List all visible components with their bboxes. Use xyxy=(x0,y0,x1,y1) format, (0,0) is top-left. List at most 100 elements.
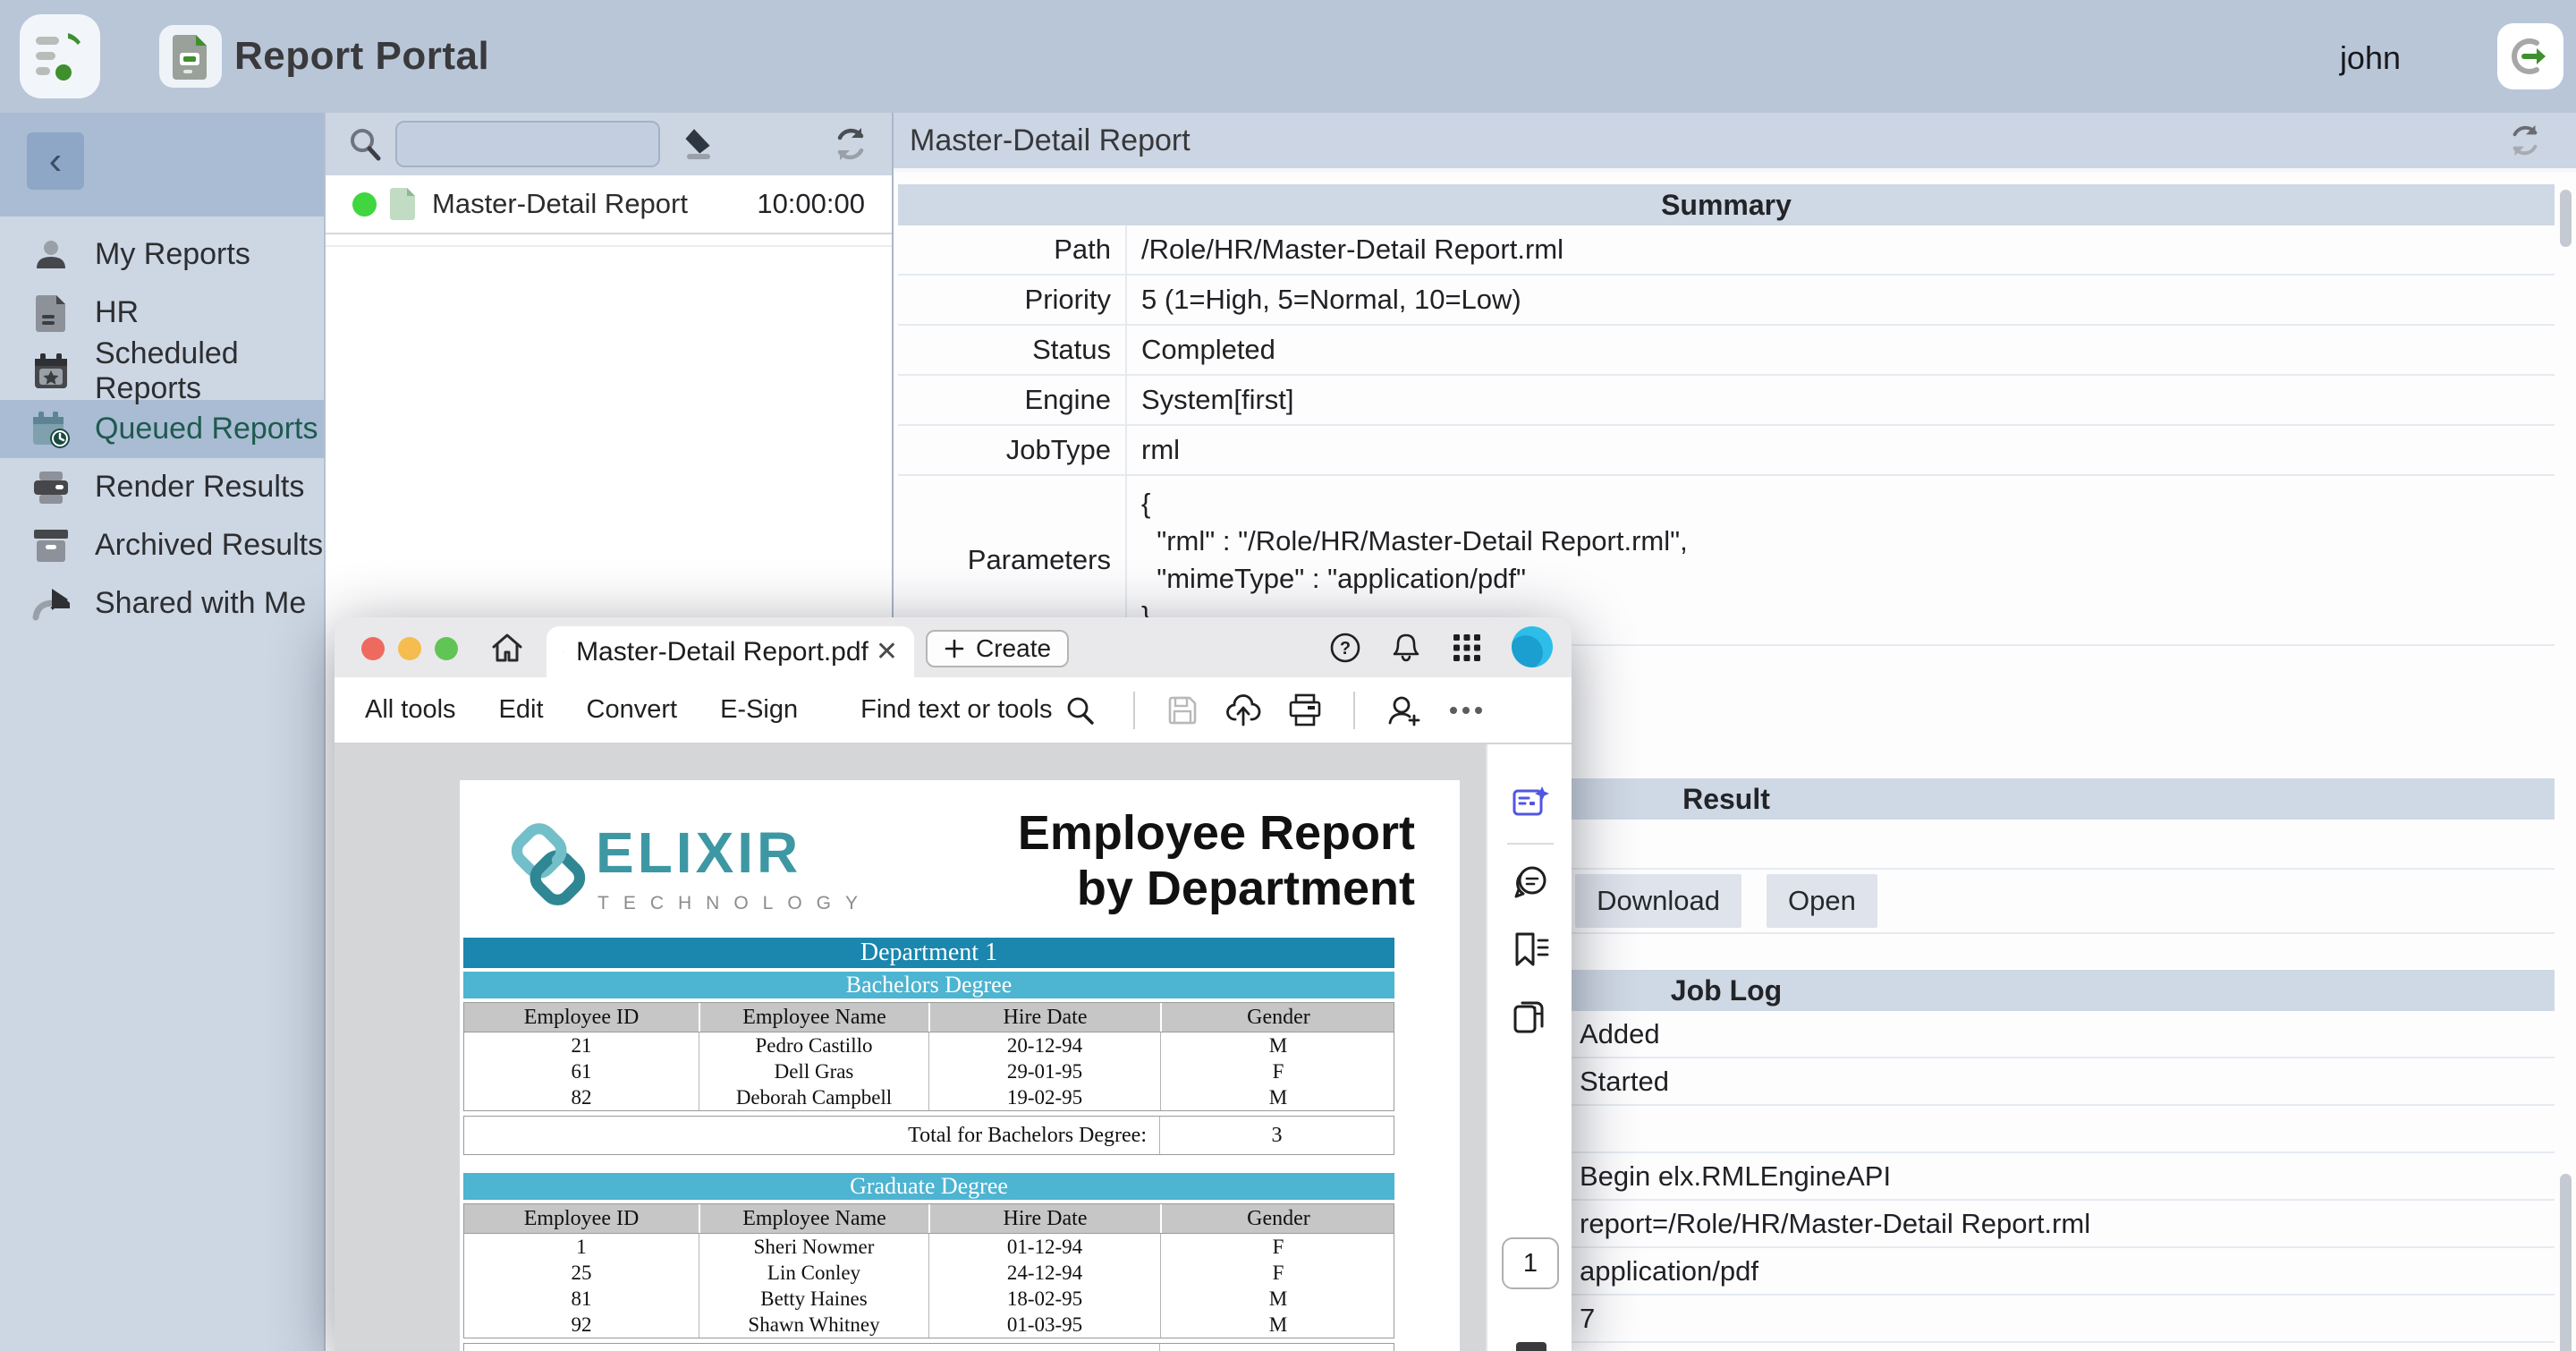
sidebar-item-my-reports[interactable]: My Reports xyxy=(0,225,324,284)
pdf-doc-title: Employee Report by Department xyxy=(1018,805,1415,916)
elixir-knot-logo xyxy=(506,820,590,909)
sidebar-item-scheduled-reports[interactable]: Scheduled Reports xyxy=(0,342,324,400)
pages-icon[interactable] xyxy=(1509,997,1552,1040)
convert-menu[interactable]: Convert xyxy=(587,695,678,725)
cell: Pedro Castillo xyxy=(699,1032,928,1058)
star-icon[interactable] xyxy=(563,639,564,666)
col-header: Hire Date xyxy=(928,1204,1160,1233)
elixir-logo-subtext: TECHNOLOGY xyxy=(597,893,872,914)
cell: M xyxy=(1160,1312,1395,1338)
search-input[interactable] xyxy=(395,121,660,167)
sidebar-item-shared-with-me[interactable]: Shared with Me xyxy=(0,574,324,633)
sidebar-item-render-results[interactable]: Render Results xyxy=(0,458,324,516)
elixir-logo-text: ELIXIR xyxy=(596,820,801,886)
refresh-icon[interactable] xyxy=(831,124,870,164)
esign-menu[interactable]: E-Sign xyxy=(720,695,798,725)
queue-toolbar xyxy=(326,113,892,175)
bookmarks-icon[interactable] xyxy=(1509,929,1552,972)
tab-close-icon[interactable]: ✕ xyxy=(876,636,898,667)
share-upload-icon[interactable] xyxy=(1224,692,1262,728)
account-avatar[interactable] xyxy=(1512,626,1553,667)
svg-text:?: ? xyxy=(1340,639,1351,659)
cell: 19-02-95 xyxy=(928,1084,1160,1110)
ai-assistant-icon[interactable] xyxy=(1509,782,1552,825)
archive-box-icon xyxy=(30,525,72,566)
clear-search-icon[interactable] xyxy=(680,124,719,164)
sidebar-item-archived-results[interactable]: Archived Results xyxy=(0,516,324,574)
table-row: 82 Deborah Campbell 19-02-95 M xyxy=(464,1084,1394,1110)
table-body-graduate: 1 Sheri Nowmer 01-12-94 F 25 Lin Conley … xyxy=(463,1234,1394,1338)
calendar-star-icon xyxy=(30,351,72,392)
queue-item-master-detail-report[interactable]: Master-Detail Report 10:00:00 xyxy=(326,175,892,234)
detail-refresh-icon[interactable] xyxy=(2506,122,2544,159)
scrollbar-thumb[interactable] xyxy=(2560,190,2572,247)
doc-title-line2: by Department xyxy=(1018,861,1415,916)
music-note-icon xyxy=(34,28,86,85)
sidebar-item-label: Queued Reports xyxy=(95,412,318,446)
username-label: john xyxy=(2340,39,2401,77)
table-header-row: Employee ID Employee Name Hire Date Gend… xyxy=(463,1002,1394,1032)
cell: 21 xyxy=(464,1032,699,1058)
sidebar-item-label: Shared with Me xyxy=(95,586,306,621)
add-reviewer-icon[interactable] xyxy=(1385,692,1423,728)
share-arrow-icon xyxy=(30,583,72,625)
summary-label: Engine xyxy=(898,376,1127,424)
table-row: 92 Shawn Whitney 01-03-95 M xyxy=(464,1312,1394,1338)
print-icon[interactable] xyxy=(1287,692,1323,728)
printer-icon xyxy=(30,467,72,508)
summary-value: Completed xyxy=(1127,334,1275,366)
edit-menu[interactable]: Edit xyxy=(499,695,544,725)
comments-icon[interactable] xyxy=(1509,861,1552,904)
zoom-window-button[interactable] xyxy=(435,637,458,660)
notifications-bell-icon[interactable] xyxy=(1386,628,1426,667)
detail-header: Master-Detail Report xyxy=(894,113,2576,172)
sidebar-item-queued-reports[interactable]: Queued Reports xyxy=(0,400,324,458)
total-row-bachelors: Total for Bachelors Degree: 3 xyxy=(463,1116,1394,1155)
create-button[interactable]: Create xyxy=(926,630,1069,667)
detail-title: Master-Detail Report xyxy=(910,123,1191,158)
download-button[interactable]: Download xyxy=(1575,874,1741,928)
queue-item-name: Master-Detail Report xyxy=(432,188,757,220)
help-icon[interactable]: ? xyxy=(1326,628,1365,667)
scrollbar-thumb[interactable] xyxy=(2560,1174,2572,1351)
sidebar-item-label: Render Results xyxy=(95,470,304,505)
summary-value: rml xyxy=(1127,434,1180,466)
summary-value: 5 (1=High, 5=Normal, 10=Low) xyxy=(1127,284,1521,316)
table-row: 25 Lin Conley 24-12-94 F xyxy=(464,1260,1394,1286)
pdf-right-rail: 1 xyxy=(1486,744,1572,1351)
calendar-clock-icon xyxy=(30,409,72,450)
rail-partial-icon[interactable] xyxy=(1516,1342,1546,1351)
home-icon[interactable] xyxy=(488,629,526,667)
cell: F xyxy=(1160,1234,1395,1260)
queue-list-separator xyxy=(326,234,892,247)
total-value: 3 xyxy=(1160,1124,1394,1148)
table-row: 21 Pedro Castillo 20-12-94 M xyxy=(464,1032,1394,1058)
sidebar-item-hr[interactable]: HR xyxy=(0,284,324,342)
sidebar-item-label: HR xyxy=(95,295,139,330)
sidebar-collapse-button[interactable]: ‹ xyxy=(27,132,84,190)
cell: M xyxy=(1160,1032,1395,1058)
pdf-document-tab[interactable]: Master-Detail Report.pdf ✕ xyxy=(547,626,914,677)
all-tools-menu[interactable]: All tools xyxy=(365,695,456,725)
close-window-button[interactable] xyxy=(361,637,385,660)
apps-grid-icon[interactable] xyxy=(1447,628,1487,667)
cell: 81 xyxy=(464,1286,699,1312)
total-row-graduate-partial xyxy=(463,1343,1394,1351)
cell: 1 xyxy=(464,1234,699,1260)
find-text-button[interactable]: Find text or tools xyxy=(860,695,1095,726)
logout-button[interactable] xyxy=(2497,23,2563,89)
report-document-icon xyxy=(171,33,210,80)
elixir-ambience-logo[interactable] xyxy=(20,14,100,98)
col-header: Employee ID xyxy=(464,1003,699,1032)
cell: 82 xyxy=(464,1084,699,1110)
more-options-icon[interactable] xyxy=(1448,705,1484,716)
find-label: Find text or tools xyxy=(860,695,1052,725)
table-body-bachelors: 21 Pedro Castillo 20-12-94 M 61 Dell Gra… xyxy=(463,1032,1394,1111)
report-portal-app: Report Portal john ‹ My Reports xyxy=(0,0,2576,1351)
minimize-window-button[interactable] xyxy=(398,637,421,660)
report-portal-icon[interactable] xyxy=(159,25,222,88)
search-icon xyxy=(347,126,383,162)
open-button[interactable]: Open xyxy=(1767,874,1877,928)
page-number-box[interactable]: 1 xyxy=(1502,1237,1559,1289)
logout-icon xyxy=(2510,36,2551,77)
